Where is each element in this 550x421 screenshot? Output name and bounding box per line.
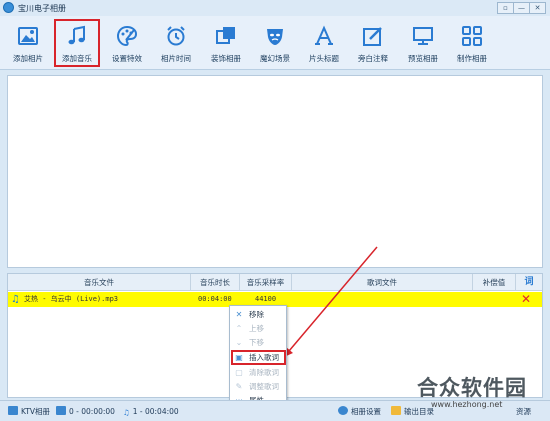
restore-button[interactable]: ▫ — [497, 2, 514, 14]
ktv-album-label: KTV相册 — [21, 407, 51, 416]
add-photo-label: 添加相片 — [13, 54, 43, 63]
menu-item-label: 清除歌词 — [249, 368, 279, 377]
watermark-url: www.hezhong.net — [431, 400, 503, 409]
magic-scene-label: 魔幻场景 — [260, 54, 290, 63]
ktv-album-button[interactable]: KTV相册 — [8, 406, 50, 418]
watermark: 合众软件园 www.hezhong.net — [417, 372, 547, 418]
up-arrow-icon: ⌃ — [235, 324, 243, 333]
decorate-icon — [216, 27, 235, 44]
music-file-icon: ♫ — [11, 294, 20, 305]
close-button[interactable]: ✕ — [529, 2, 546, 14]
add-music-button[interactable]: 添加音乐 — [54, 19, 100, 67]
preview-album-label: 预览相册 — [408, 54, 438, 63]
lyrics-column-icon[interactable]: 词 — [516, 274, 542, 291]
minimize-button[interactable]: — — [513, 2, 530, 14]
music-note-icon — [68, 25, 85, 45]
add-photo-button[interactable]: 添加相片 — [5, 19, 51, 67]
down-arrow-icon: ⌄ — [235, 338, 243, 347]
photo-count-label: 0 - 00:00:00 — [69, 407, 115, 416]
col-duration[interactable]: 音乐时长 — [191, 274, 240, 291]
menu-item-label: 调整歌词 — [249, 382, 279, 391]
monitor-icon — [413, 27, 433, 45]
folder-icon — [391, 406, 401, 415]
decorate-album-button[interactable]: 装饰相册 — [203, 19, 249, 67]
menu-item-label: 插入歌词 — [249, 353, 279, 362]
row-duration: 00:04:00 — [198, 295, 232, 303]
photo-small-icon — [56, 406, 66, 415]
adjust-lyrics-icon: ✎ — [235, 382, 243, 391]
preview-album-button[interactable]: 预览相册 — [400, 19, 446, 67]
app-logo-icon — [3, 2, 14, 13]
menu-item-label: 上移 — [249, 324, 264, 333]
col-sample-rate[interactable]: 音乐采样率 — [240, 274, 292, 291]
opening-title-button[interactable]: 片头标题 — [301, 19, 347, 67]
title-bar: 宝川电子相册 ▫ — ✕ — [0, 0, 550, 16]
col-music-file[interactable]: 音乐文件 — [8, 274, 191, 291]
menu-item-move-up[interactable]: ⌃ 上移 — [231, 322, 286, 336]
menu-item-insert-lyrics[interactable]: ▣ 插入歌词 — [231, 350, 286, 365]
palette-icon — [116, 25, 138, 47]
insert-lyrics-icon: ▣ — [235, 353, 243, 362]
main-toolbar: 添加相片 添加音乐 设置特效 相片时间 装饰相册 魔幻场景 片头标题 旁白注释 … — [0, 16, 550, 70]
col-lyrics-file[interactable]: 歌词文件 — [292, 274, 473, 291]
alarm-clock-icon — [167, 26, 185, 46]
photo-time-button[interactable]: 相片时间 — [153, 19, 199, 67]
narration-note-label: 旁白注释 — [358, 54, 388, 63]
menu-item-remove[interactable]: ✕ 移除 — [231, 308, 286, 322]
delete-row-icon[interactable]: ✕ — [520, 293, 532, 305]
title-a-icon — [315, 25, 333, 45]
col-offset[interactable]: 补偿值 — [473, 274, 516, 291]
table-header: 音乐文件 音乐时长 音乐采样率 歌词文件 补偿值 词 — [8, 274, 542, 291]
make-album-label: 制作相册 — [457, 54, 487, 63]
photo-count: 0 - 00:00:00 — [56, 406, 115, 418]
preview-panel[interactable] — [7, 75, 543, 268]
mask-icon — [267, 29, 283, 45]
add-music-label: 添加音乐 — [62, 54, 92, 63]
clear-lyrics-icon: ▢ — [235, 368, 243, 377]
row-file-name: 艾热 - 乌云中 (Live).mp3 — [24, 295, 119, 303]
menu-item-move-down[interactable]: ⌄ 下移 — [231, 336, 286, 350]
remove-icon: ✕ — [235, 310, 243, 319]
make-album-button[interactable]: 制作相册 — [449, 19, 495, 67]
photo-time-label: 相片时间 — [161, 54, 191, 63]
watermark-logo: 合众软件园 — [417, 376, 527, 400]
grid-icon — [462, 26, 482, 46]
decorate-album-label: 装饰相册 — [211, 54, 241, 63]
music-small-icon: ♫ — [123, 408, 130, 417]
album-settings-label: 相册设置 — [351, 407, 381, 416]
context-menu: ✕ 移除 ⌃ 上移 ⌄ 下移 ▣ 插入歌词 ▢ 清除歌词 ✎ 调整歌词 ··· … — [229, 305, 287, 410]
menu-item-label: 下移 — [249, 338, 264, 347]
narration-note-button[interactable]: 旁白注释 — [350, 19, 396, 67]
album-settings-button[interactable]: 相册设置 — [338, 406, 381, 418]
monitor-small-icon — [8, 406, 18, 415]
magic-scene-button[interactable]: 魔幻场景 — [252, 19, 298, 67]
music-count-label: 1 - 00:04:00 — [132, 407, 179, 416]
window-controls: ▫ — ✕ — [497, 2, 546, 14]
edit-note-icon — [363, 27, 382, 46]
window-title: 宝川电子相册 — [18, 4, 66, 13]
menu-item-clear-lyrics[interactable]: ▢ 清除歌词 — [231, 366, 286, 380]
music-count: ♫ 1 - 00:04:00 — [123, 406, 179, 418]
add-photo-icon — [18, 27, 38, 45]
menu-item-adjust-lyrics[interactable]: ✎ 调整歌词 — [231, 380, 286, 394]
opening-title-label: 片头标题 — [309, 54, 339, 63]
set-effects-button[interactable]: 设置特效 — [104, 19, 150, 67]
menu-item-label: 移除 — [249, 310, 264, 319]
gear-icon — [338, 406, 348, 415]
set-effects-label: 设置特效 — [112, 54, 142, 63]
